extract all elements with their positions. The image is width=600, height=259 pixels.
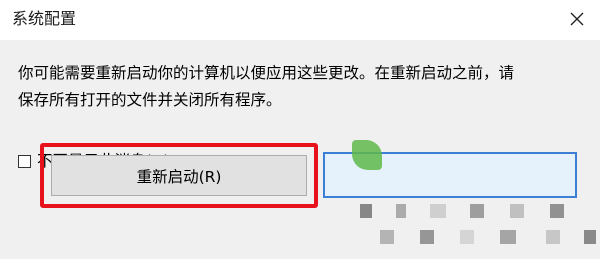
restart-button[interactable]: 重新启动(R) <box>51 155 307 196</box>
window-title: 系统配置 <box>12 9 77 28</box>
title-bar: 系统配置 <box>0 0 600 40</box>
dont-show-again-checkbox[interactable] <box>18 154 31 168</box>
restart-message: 你可能需要重新启动你的计算机以便应用这些更改。在重新启动之前，请 保存所有打开的… <box>18 60 590 114</box>
close-icon <box>570 12 584 26</box>
message-line-1: 你可能需要重新启动你的计算机以便应用这些更改。在重新启动之前，请 <box>18 64 515 82</box>
system-config-dialog: 系统配置 你可能需要重新启动你的计算机以便应用这些更改。在重新启动之前，请 保存… <box>0 0 600 259</box>
exit-without-restart-button[interactable] <box>323 152 577 198</box>
close-button[interactable] <box>562 4 592 34</box>
message-line-2: 保存所有打开的文件并关闭所有程序。 <box>18 91 282 109</box>
